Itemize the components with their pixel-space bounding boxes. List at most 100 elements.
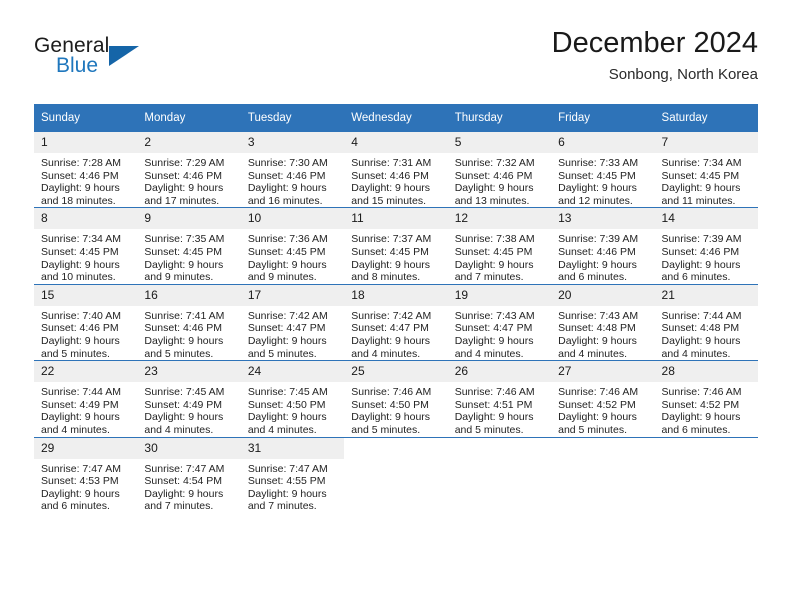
calendar-header-row: Sunday Monday Tuesday Wednesday Thursday… bbox=[34, 104, 758, 132]
day-cell[interactable]: 25 Sunrise: 7:46 AM Sunset: 4:50 PM Dayligh… bbox=[344, 360, 448, 437]
sunset-text: Sunset: 4:48 PM bbox=[661, 322, 740, 335]
daylight-text-line2: and 16 minutes. bbox=[247, 194, 323, 207]
day-number: 24 bbox=[240, 361, 345, 383]
day-cell[interactable]: 16 Sunrise: 7:41 AM Sunset: 4:46 PM Dayligh… bbox=[137, 283, 241, 361]
sunrise-text: Sunrise: 7:45 AM bbox=[144, 386, 225, 399]
daylight-text-line1: Daylight: 9 hours bbox=[41, 411, 120, 424]
day-cell[interactable]: 28 Sunrise: 7:46 AM Sunset: 4:52 PM Dayligh… bbox=[654, 360, 758, 437]
sunrise-text: Sunrise: 7:32 AM bbox=[454, 157, 535, 169]
day-number: 3 bbox=[240, 132, 345, 153]
day-details: Sunrise: 7:44 AM Sunset: 4:48 PM Daylight:… bbox=[655, 306, 758, 360]
sunrise-text: Sunrise: 7:40 AM bbox=[41, 309, 121, 322]
sunset-text: Sunset: 4:50 PM bbox=[351, 398, 429, 411]
daylight-text-line2: and 5 minutes. bbox=[454, 423, 524, 436]
day-cell[interactable]: 8 Sunrise: 7:34 AM Sunset: 4:45 PM Daylight… bbox=[34, 207, 138, 285]
daylight-text-line2: and 8 minutes. bbox=[351, 271, 421, 284]
day-number: 1 bbox=[34, 132, 138, 153]
sunset-text: Sunset: 4:45 PM bbox=[558, 169, 636, 182]
daylight-text-line2: and 7 minutes. bbox=[454, 271, 524, 284]
general-blue-logo[interactable]: General Blue bbox=[34, 34, 154, 86]
day-cell[interactable]: 29 Sunrise: 7:47 AM Sunset: 4:53 PM Dayligh… bbox=[34, 436, 138, 513]
day-number: 22 bbox=[34, 361, 138, 383]
weekday-header-thursday: Thursday bbox=[447, 104, 552, 132]
day-cell[interactable]: 3 Sunrise: 7:30 AM Sunset: 4:46 PM Daylight… bbox=[240, 132, 345, 208]
day-cell[interactable]: 5 Sunrise: 7:32 AM Sunset: 4:46 PM Daylight… bbox=[447, 132, 552, 208]
sunset-text: Sunset: 4:46 PM bbox=[144, 322, 223, 335]
day-cell[interactable]: 20 Sunrise: 7:43 AM Sunset: 4:48 PM Dayligh… bbox=[551, 283, 655, 361]
day-cell[interactable]: 30 Sunrise: 7:47 AM Sunset: 4:54 PM Dayligh… bbox=[137, 436, 241, 513]
sunrise-text: Sunrise: 7:38 AM bbox=[454, 233, 535, 246]
day-cell[interactable]: 22 Sunrise: 7:44 AM Sunset: 4:49 PM Dayligh… bbox=[34, 360, 138, 437]
day-details: Sunrise: 7:41 AM Sunset: 4:46 PM Daylight:… bbox=[137, 306, 240, 360]
sunset-text: Sunset: 4:55 PM bbox=[247, 475, 326, 488]
day-cell[interactable]: 19 Sunrise: 7:43 AM Sunset: 4:47 PM Dayligh… bbox=[447, 283, 552, 361]
day-cell[interactable]: 18 Sunrise: 7:42 AM Sunset: 4:47 PM Dayligh… bbox=[344, 283, 448, 361]
daylight-text-line1: Daylight: 9 hours bbox=[144, 182, 224, 195]
daylight-text-line2: and 6 minutes. bbox=[41, 500, 110, 513]
sunset-text: Sunset: 4:47 PM bbox=[454, 322, 533, 335]
day-number: 12 bbox=[447, 208, 552, 230]
day-cell[interactable]: 21 Sunrise: 7:44 AM Sunset: 4:48 PM Dayligh… bbox=[654, 283, 758, 361]
day-cell[interactable]: 26 Sunrise: 7:46 AM Sunset: 4:51 PM Dayligh… bbox=[447, 360, 552, 437]
sunset-text: Sunset: 4:45 PM bbox=[661, 169, 740, 182]
day-number: 14 bbox=[654, 208, 758, 230]
day-cell[interactable]: 14 Sunrise: 7:39 AM Sunset: 4:46 PM Dayligh… bbox=[654, 207, 758, 285]
day-number: 20 bbox=[551, 284, 655, 306]
day-cell[interactable]: 2 Sunrise: 7:29 AM Sunset: 4:46 PM Daylight… bbox=[137, 132, 241, 208]
sunset-text: Sunset: 4:46 PM bbox=[41, 169, 119, 182]
sunrise-text: Sunrise: 7:46 AM bbox=[661, 386, 742, 399]
day-cell[interactable]: 1 Sunrise: 7:28 AM Sunset: 4:46 PM Daylight… bbox=[34, 132, 138, 208]
day-number: 23 bbox=[137, 361, 241, 383]
day-number: 29 bbox=[34, 437, 138, 459]
daylight-text-line1: Daylight: 9 hours bbox=[454, 411, 534, 424]
day-number: 4 bbox=[344, 132, 448, 153]
sunset-text: Sunset: 4:46 PM bbox=[144, 169, 223, 182]
daylight-text-line1: Daylight: 9 hours bbox=[41, 334, 120, 347]
day-details: Sunrise: 7:44 AM Sunset: 4:49 PM Daylight:… bbox=[34, 382, 137, 436]
day-cell[interactable]: 24 Sunrise: 7:45 AM Sunset: 4:50 PM Dayligh… bbox=[240, 360, 345, 437]
day-cell[interactable]: 17 Sunrise: 7:42 AM Sunset: 4:47 PM Dayligh… bbox=[240, 283, 345, 361]
daylight-text-line2: and 4 minutes. bbox=[558, 347, 627, 360]
day-details: Sunrise: 7:29 AM Sunset: 4:46 PM Daylight:… bbox=[137, 153, 240, 207]
day-number bbox=[655, 438, 758, 459]
daylight-text-line2: and 18 minutes. bbox=[41, 194, 116, 207]
day-cell[interactable]: 13 Sunrise: 7:39 AM Sunset: 4:46 PM Dayligh… bbox=[551, 207, 655, 285]
day-cell[interactable]: 23 Sunrise: 7:45 AM Sunset: 4:49 PM Dayligh… bbox=[137, 360, 241, 437]
day-cell[interactable]: 31 Sunrise: 7:47 AM Sunset: 4:55 PM Dayligh… bbox=[240, 436, 345, 513]
day-cell[interactable]: 4 Sunrise: 7:31 AM Sunset: 4:46 PM Daylight… bbox=[344, 132, 448, 208]
sunrise-text: Sunrise: 7:46 AM bbox=[454, 386, 535, 399]
sunset-text: Sunset: 4:46 PM bbox=[351, 169, 429, 182]
day-details: Sunrise: 7:34 AM Sunset: 4:45 PM Daylight:… bbox=[655, 153, 758, 207]
sunrise-text: Sunrise: 7:31 AM bbox=[351, 157, 432, 169]
day-number: 15 bbox=[34, 284, 138, 306]
day-cell[interactable]: 6 Sunrise: 7:33 AM Sunset: 4:45 PM Daylight… bbox=[551, 132, 655, 208]
daylight-text-line1: Daylight: 9 hours bbox=[558, 334, 637, 347]
day-number: 11 bbox=[344, 208, 448, 230]
sunrise-text: Sunrise: 7:47 AM bbox=[144, 462, 225, 475]
sunset-text: Sunset: 4:46 PM bbox=[41, 322, 119, 335]
day-details: Sunrise: 7:33 AM Sunset: 4:45 PM Daylight:… bbox=[551, 153, 654, 207]
page-header: General Blue December 2024 Sonbong, Nort… bbox=[34, 26, 758, 96]
day-details: Sunrise: 7:40 AM Sunset: 4:46 PM Daylight:… bbox=[34, 306, 137, 360]
sunrise-text: Sunrise: 7:43 AM bbox=[558, 309, 639, 322]
day-details: Sunrise: 7:46 AM Sunset: 4:51 PM Daylight:… bbox=[448, 382, 551, 436]
calendar-table: Sunday Monday Tuesday Wednesday Thursday… bbox=[34, 104, 758, 513]
day-number: 31 bbox=[240, 437, 345, 459]
daylight-text-line1: Daylight: 9 hours bbox=[454, 258, 534, 271]
day-cell[interactable]: 7 Sunrise: 7:34 AM Sunset: 4:45 PM Daylight… bbox=[654, 132, 758, 208]
day-cell[interactable]: 11 Sunrise: 7:37 AM Sunset: 4:45 PM Dayligh… bbox=[344, 207, 448, 285]
daylight-text-line1: Daylight: 9 hours bbox=[247, 487, 327, 500]
day-number: 6 bbox=[551, 132, 655, 153]
daylight-text-line1: Daylight: 9 hours bbox=[247, 182, 327, 195]
daylight-text-line2: and 5 minutes. bbox=[247, 347, 317, 360]
day-cell[interactable]: 10 Sunrise: 7:36 AM Sunset: 4:45 PM Dayligh… bbox=[240, 207, 345, 285]
day-cell[interactable]: 12 Sunrise: 7:38 AM Sunset: 4:45 PM Dayligh… bbox=[447, 207, 552, 285]
day-cell[interactable]: 15 Sunrise: 7:40 AM Sunset: 4:46 PM Dayligh… bbox=[34, 283, 138, 361]
day-details: Sunrise: 7:36 AM Sunset: 4:45 PM Daylight:… bbox=[241, 229, 344, 283]
daylight-text-line1: Daylight: 9 hours bbox=[41, 487, 120, 500]
day-cell[interactable]: 9 Sunrise: 7:35 AM Sunset: 4:45 PM Daylight… bbox=[137, 207, 241, 285]
day-details: Sunrise: 7:47 AM Sunset: 4:53 PM Daylight:… bbox=[34, 459, 137, 513]
day-cell[interactable]: 27 Sunrise: 7:46 AM Sunset: 4:52 PM Dayligh… bbox=[551, 360, 655, 437]
sunrise-text: Sunrise: 7:30 AM bbox=[247, 157, 328, 169]
weekday-header-saturday: Saturday bbox=[654, 104, 758, 132]
